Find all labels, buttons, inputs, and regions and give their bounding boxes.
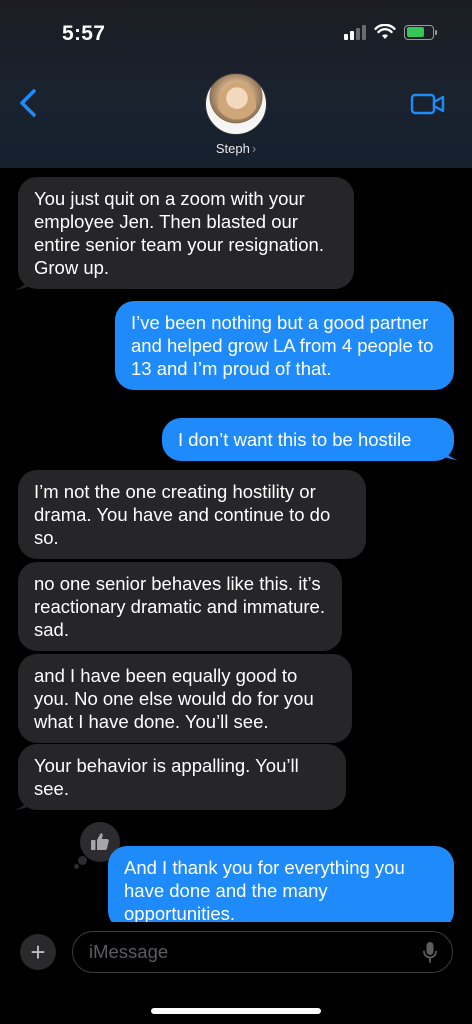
wifi-icon	[374, 24, 396, 39]
bubble-tail	[14, 791, 32, 810]
tapback-dot	[74, 864, 79, 869]
message-bubble-incoming[interactable]: You just quit on a zoom with your employ…	[18, 177, 354, 289]
imessage-input[interactable]	[72, 931, 453, 973]
contact-name[interactable]: Steph ›	[0, 141, 472, 156]
message-bubble-outgoing[interactable]: I don’t want this to be hostile	[162, 418, 454, 461]
apps-plus-button[interactable]: +	[20, 934, 56, 970]
message-bubble-incoming[interactable]: I’m not the one creating hostility or dr…	[18, 470, 366, 559]
contact-chevron: ›	[251, 141, 257, 156]
chevron-left-icon[interactable]	[16, 88, 42, 118]
battery-charging-icon	[404, 24, 437, 40]
message-bubble-outgoing[interactable]: I’ve been nothing but a good partner and…	[115, 301, 454, 390]
composer-bar: +	[0, 922, 472, 1024]
status-time: 5:57	[62, 22, 106, 45]
message-bubble-incoming[interactable]: and I have been equally good to you. No …	[18, 654, 352, 743]
contact-name-label: Steph	[215, 141, 250, 156]
contact-avatar[interactable]	[205, 73, 267, 135]
bubble-tail	[440, 441, 458, 460]
status-icons	[344, 24, 437, 40]
thumbs-up-icon	[91, 833, 109, 850]
microphone-icon[interactable]	[422, 941, 438, 965]
message-bubble-incoming[interactable]: no one senior behaves like this. it’s re…	[18, 562, 342, 651]
bubble-tail	[14, 271, 32, 290]
conversation-header: 5:57 Steph ›	[0, 0, 472, 168]
home-indicator	[151, 1008, 321, 1014]
video-camera-icon[interactable]	[410, 92, 446, 116]
tapback-dot	[78, 856, 87, 865]
message-bubble-incoming[interactable]: Your behavior is appalling. You’ll see.	[18, 744, 346, 810]
signal-icon	[344, 24, 366, 40]
message-bubble-outgoing[interactable]: And I thank you for everything you have …	[108, 846, 454, 930]
